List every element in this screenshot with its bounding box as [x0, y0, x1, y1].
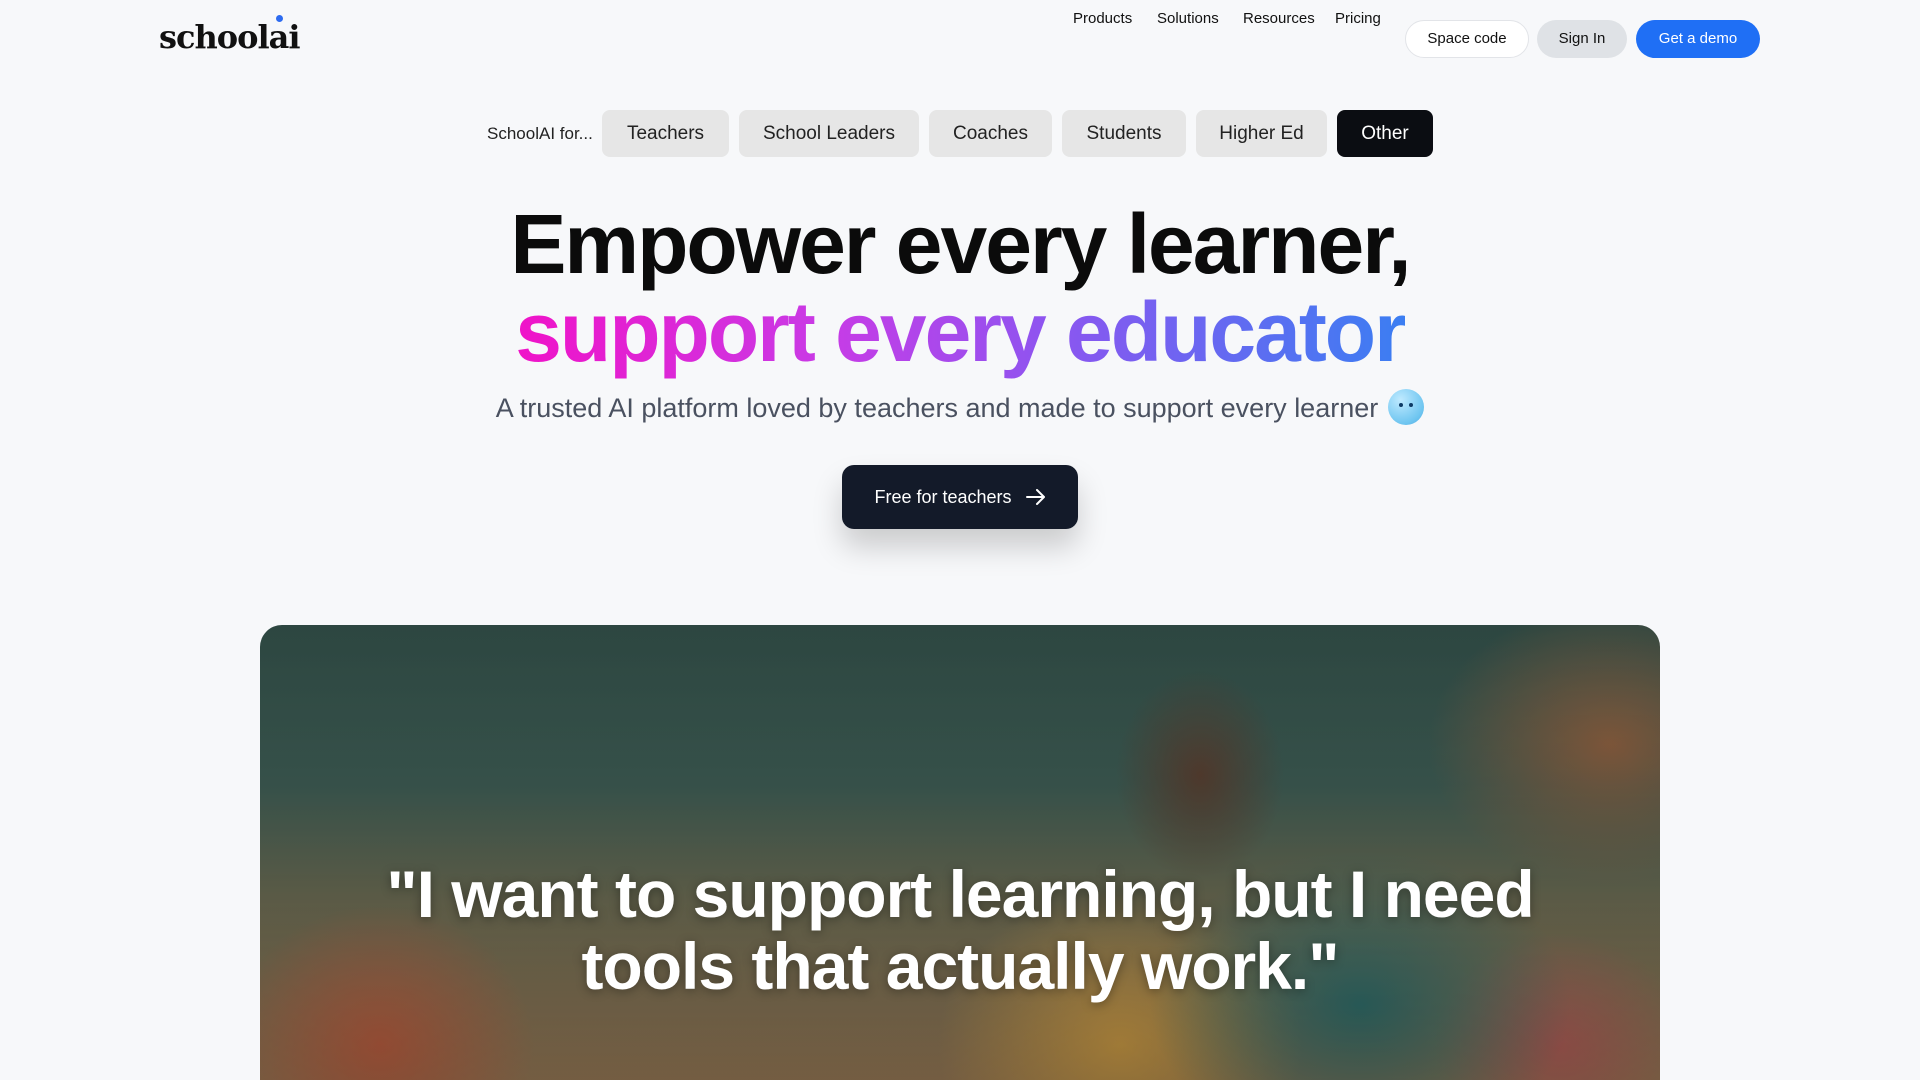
- arrow-right-icon: [1025, 489, 1045, 505]
- logo-ai-suffix: ai: [268, 18, 301, 56]
- hero-subtitle: A trusted AI platform loved by teachers …: [0, 388, 1920, 428]
- nav-products[interactable]: Products: [1073, 0, 1132, 38]
- nav-resources[interactable]: Resources: [1243, 0, 1315, 38]
- image-overlay: [260, 625, 1660, 1080]
- tab-school-leaders[interactable]: School Leaders: [739, 110, 919, 157]
- tab-higher-ed[interactable]: Higher Ed: [1196, 110, 1327, 157]
- free-for-teachers-button[interactable]: Free for teachers: [842, 465, 1078, 529]
- quote-line-2: tools that actually work.": [581, 929, 1339, 1003]
- schoolai-logo[interactable]: schoolai: [159, 18, 300, 56]
- nav-solutions[interactable]: Solutions: [1157, 0, 1219, 38]
- hero-subtitle-text: A trusted AI platform loved by teachers …: [495, 393, 1379, 423]
- hero-headline-line1: Empower every learner,: [510, 197, 1411, 291]
- logo-wordmark: school: [159, 18, 270, 56]
- tab-other[interactable]: Other: [1337, 110, 1433, 157]
- tab-teachers[interactable]: Teachers: [602, 110, 729, 157]
- tab-students[interactable]: Students: [1062, 110, 1186, 157]
- space-code-button[interactable]: Space code: [1405, 20, 1529, 58]
- nav-pricing[interactable]: Pricing: [1335, 0, 1381, 38]
- audience-label: SchoolAI for...: [487, 124, 593, 143]
- quote-line-1: "I want to support learning, but I need: [386, 857, 1534, 931]
- tab-coaches[interactable]: Coaches: [929, 110, 1052, 157]
- sign-in-button[interactable]: Sign In: [1537, 20, 1627, 58]
- testimonial-quote: "I want to support learning, but I need …: [260, 858, 1660, 1002]
- cta-label: Free for teachers: [874, 486, 1012, 507]
- hero-headline-line2: support every educator: [0, 284, 1920, 380]
- get-demo-button[interactable]: Get a demo: [1636, 20, 1760, 58]
- audience-selector: SchoolAI for... Teachers School Leaders …: [0, 110, 1920, 157]
- classroom-hero-image: "I want to support learning, but I need …: [260, 625, 1660, 1080]
- site-header: schoolai Products Solutions Resources Pr…: [0, 0, 1920, 78]
- smiley-mascot-icon: [1388, 388, 1425, 425]
- hero-gradient-text: support every educator: [515, 285, 1407, 379]
